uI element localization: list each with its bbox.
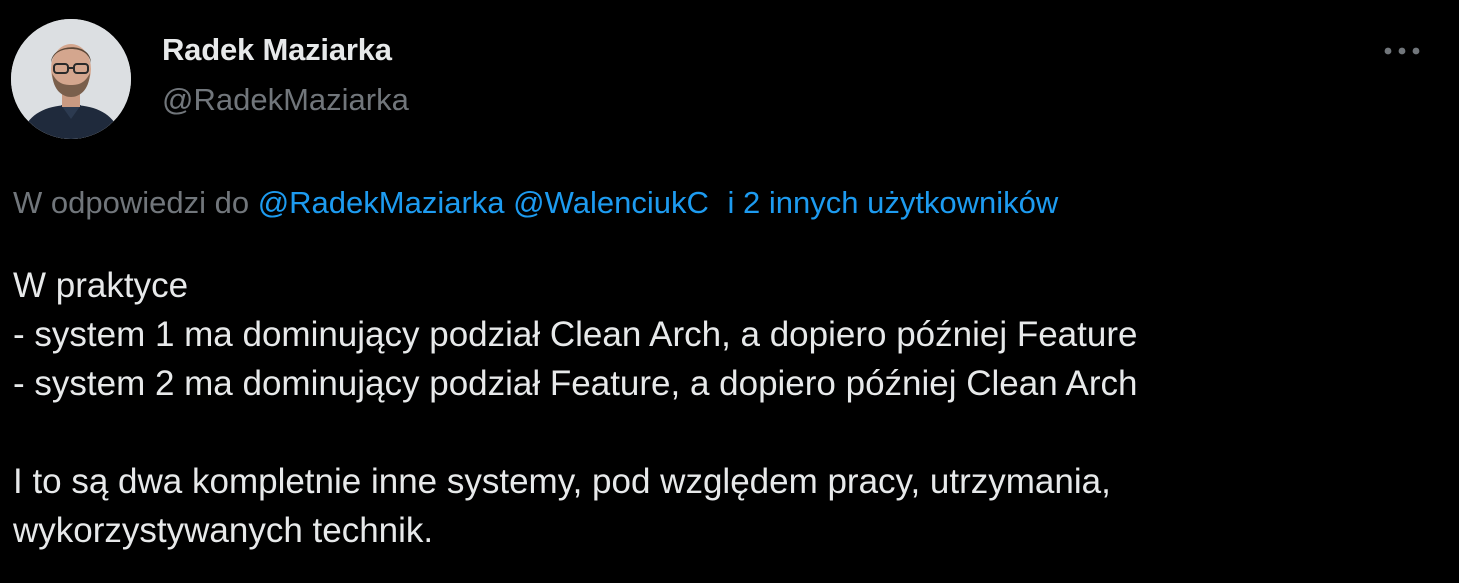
tweet-text-line: - system 1 ma dominujący podział Clean A…	[13, 315, 1138, 354]
reply-context: W odpowiedzi do @RadekMaziarka @Walenciu…	[13, 185, 1058, 221]
mention-link[interactable]: @WalenciukC	[513, 185, 709, 220]
tweet[interactable]: Radek Maziarka @RadekMaziarka W odpowied…	[0, 0, 1459, 583]
avatar[interactable]	[11, 19, 131, 139]
author-handle[interactable]: @RadekMaziarka	[162, 82, 409, 118]
tweet-text-line	[13, 408, 1443, 457]
author-display-name[interactable]: Radek Maziarka	[162, 32, 392, 68]
tweet-text: W praktyce - system 1 ma dominujący podz…	[13, 261, 1443, 555]
more-options-button[interactable]	[1376, 30, 1428, 72]
more-horizontal-icon	[1384, 47, 1420, 55]
tweet-text-line: wykorzystywanych technik.	[13, 511, 434, 550]
mention-link[interactable]: @RadekMaziarka	[258, 185, 505, 220]
tweet-text-line: I to są dwa kompletnie inne systemy, pod…	[13, 462, 1111, 501]
reply-context-prefix: W odpowiedzi do	[13, 185, 250, 220]
avatar-photo	[11, 19, 131, 139]
tweet-text-line: W praktyce	[13, 266, 189, 305]
other-users-link[interactable]: i 2 innych użytkowników	[728, 185, 1059, 220]
tweet-text-line: - system 2 ma dominujący podział Feature…	[13, 364, 1138, 403]
